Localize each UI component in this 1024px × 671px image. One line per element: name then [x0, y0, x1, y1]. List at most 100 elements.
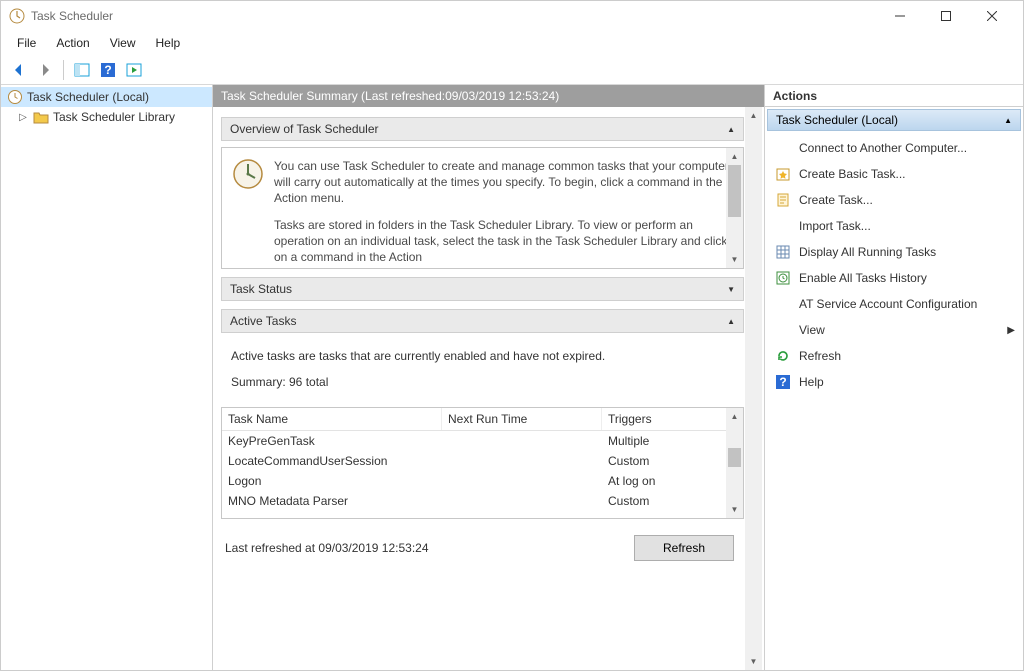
note-icon	[775, 192, 791, 208]
app-icon	[9, 8, 25, 24]
tree-panel: Task Scheduler (Local) ▷ Task Scheduler …	[1, 85, 213, 670]
footer-timestamp: 09/03/2019 12:53:24	[318, 541, 428, 555]
run-toolbar-button[interactable]	[122, 58, 146, 82]
scroll-up-icon[interactable]: ▲	[726, 408, 743, 425]
refresh-icon	[775, 348, 791, 364]
scroll-up-icon[interactable]: ▲	[745, 107, 762, 124]
cell-task-name: Logon	[222, 473, 442, 489]
blank-icon	[775, 140, 791, 156]
back-button[interactable]	[7, 58, 31, 82]
close-button[interactable]	[969, 1, 1015, 31]
cell-next-run	[442, 433, 602, 449]
cell-task-name: MNO Metadata Parser	[222, 493, 442, 509]
table-row[interactable]: LocateCommandUserSession Custom	[222, 451, 726, 471]
tree-root-node[interactable]: Task Scheduler (Local)	[1, 87, 212, 107]
summary-header-prefix: Task Scheduler Summary (Last refreshed:	[221, 89, 445, 103]
actions-header: Actions	[765, 85, 1023, 107]
action-create-basic-task[interactable]: Create Basic Task...	[765, 161, 1023, 187]
menu-view[interactable]: View	[100, 34, 146, 52]
active-tasks-header[interactable]: Active Tasks ▲	[221, 309, 744, 333]
action-help[interactable]: ? Help	[765, 369, 1023, 395]
help-icon: ?	[775, 374, 791, 390]
summary-header-suffix: )	[555, 89, 559, 103]
scroll-down-icon[interactable]: ▼	[745, 653, 762, 670]
collapse-icon[interactable]: ▲	[1004, 116, 1012, 125]
library-folder-icon	[33, 109, 49, 125]
action-enable-tasks-history[interactable]: Enable All Tasks History	[765, 265, 1023, 291]
actions-scope-header[interactable]: Task Scheduler (Local) ▲	[767, 109, 1021, 131]
action-label: Refresh	[799, 349, 841, 363]
scroll-thumb[interactable]	[728, 165, 741, 217]
refresh-button[interactable]: Refresh	[634, 535, 734, 561]
overview-header[interactable]: Overview of Task Scheduler ▲	[221, 117, 744, 141]
overview-section: Overview of Task Scheduler ▲ You can use…	[221, 117, 744, 269]
action-display-running-tasks[interactable]: Display All Running Tasks	[765, 239, 1023, 265]
actions-panel: Actions Task Scheduler (Local) ▲ Connect…	[765, 85, 1023, 670]
active-tasks-grid: Task Name Next Run Time Triggers KeyPreG…	[221, 407, 744, 519]
collapse-icon[interactable]: ▲	[727, 125, 735, 134]
menu-action[interactable]: Action	[46, 34, 99, 52]
center-body: Overview of Task Scheduler ▲ You can use…	[213, 107, 764, 670]
action-connect-computer[interactable]: Connect to Another Computer...	[765, 135, 1023, 161]
table-row[interactable]: KeyPreGenTask Multiple	[222, 431, 726, 451]
content: Task Scheduler (Local) ▷ Task Scheduler …	[1, 85, 1023, 670]
cell-triggers: Multiple	[602, 433, 726, 449]
scroll-track[interactable]	[726, 165, 743, 251]
task-status-title: Task Status	[230, 282, 292, 296]
cell-task-name: LocateCommandUserSession	[222, 453, 442, 469]
scroll-down-icon[interactable]: ▼	[726, 501, 743, 518]
expand-icon[interactable]: ▷	[17, 112, 29, 123]
column-task-name[interactable]: Task Name	[222, 408, 442, 430]
action-label: Display All Running Tasks	[799, 245, 936, 259]
action-at-service-account[interactable]: AT Service Account Configuration	[765, 291, 1023, 317]
column-next-run-time[interactable]: Next Run Time	[442, 408, 602, 430]
grid-scrollbar[interactable]: ▲ ▼	[726, 408, 743, 518]
maximize-button[interactable]	[923, 1, 969, 31]
chevron-right-icon: ▶	[1007, 325, 1015, 336]
center-scrollbar[interactable]: ▲ ▼	[745, 107, 762, 670]
footer-prefix: Last refreshed at	[225, 541, 318, 555]
svg-text:?: ?	[104, 63, 111, 77]
scroll-up-icon[interactable]: ▲	[726, 148, 743, 165]
overview-title: Overview of Task Scheduler	[230, 122, 379, 136]
blank-icon	[775, 218, 791, 234]
table-row[interactable]: MNO Metadata Parser Custom	[222, 491, 726, 511]
active-tasks-title: Active Tasks	[230, 314, 296, 328]
action-label: Enable All Tasks History	[799, 271, 927, 285]
history-icon	[775, 270, 791, 286]
cell-next-run	[442, 473, 602, 489]
tree-child-node[interactable]: ▷ Task Scheduler Library	[1, 107, 212, 127]
help-toolbar-button[interactable]: ?	[96, 58, 120, 82]
action-refresh[interactable]: Refresh	[765, 343, 1023, 369]
column-triggers[interactable]: Triggers	[602, 408, 743, 430]
action-create-task[interactable]: Create Task...	[765, 187, 1023, 213]
cell-triggers: Custom	[602, 493, 726, 509]
clock-icon	[7, 89, 23, 105]
star-task-icon	[775, 166, 791, 182]
minimize-button[interactable]	[877, 1, 923, 31]
toolbar-separator	[63, 60, 64, 80]
clock-large-icon	[232, 158, 264, 190]
tree-child-label: Task Scheduler Library	[53, 110, 175, 124]
task-status-header[interactable]: Task Status ▼	[221, 277, 744, 301]
show-hide-console-tree-button[interactable]	[70, 58, 94, 82]
collapse-icon[interactable]: ▲	[727, 317, 735, 326]
scroll-track[interactable]	[726, 425, 743, 501]
action-view-submenu[interactable]: View ▶	[765, 317, 1023, 343]
scroll-down-icon[interactable]: ▼	[726, 251, 743, 268]
table-row[interactable]: Logon At log on	[222, 471, 726, 491]
svg-text:?: ?	[779, 375, 786, 389]
overview-text: You can use Task Scheduler to create and…	[274, 158, 729, 265]
actions-list: Connect to Another Computer... Create Ba…	[765, 133, 1023, 397]
menu-help[interactable]: Help	[146, 34, 191, 52]
cell-next-run	[442, 493, 602, 509]
task-status-section: Task Status ▼	[221, 277, 744, 301]
scroll-track[interactable]	[745, 124, 762, 653]
scroll-thumb[interactable]	[728, 448, 741, 467]
action-label: AT Service Account Configuration	[799, 297, 977, 311]
action-import-task[interactable]: Import Task...	[765, 213, 1023, 239]
overview-scrollbar[interactable]: ▲ ▼	[726, 148, 743, 268]
expand-icon[interactable]: ▼	[727, 285, 735, 294]
forward-button[interactable]	[33, 58, 57, 82]
menu-file[interactable]: File	[7, 34, 46, 52]
